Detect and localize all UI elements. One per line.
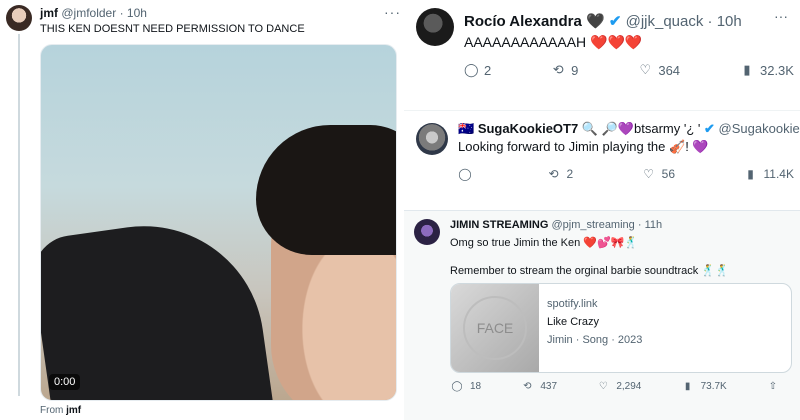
tweet-text: Omg so true Jimin the Ken ❤️💕🎀🕺 bbox=[450, 237, 639, 249]
link-card[interactable]: FACE spotify.link Like Crazy Jimin · Son… bbox=[450, 283, 792, 373]
tweet-jimin-streaming[interactable]: JIMIN STREAMING @pjm_streaming · 11h Omg… bbox=[404, 210, 800, 420]
from-prefix: From bbox=[40, 405, 64, 416]
like-icon: ♡ bbox=[639, 62, 652, 77]
tweet-sugakookie[interactable]: 🇦🇺 SugaKookieOT7 🔍 🔎💜btsarmy '¿ ' ✔ @Sug… bbox=[404, 110, 800, 202]
views-count: 73.7K bbox=[700, 381, 727, 392]
retweet-button[interactable]: ⟲ 437 bbox=[520, 381, 557, 392]
retweet-button[interactable]: ⟲ 9 bbox=[551, 62, 579, 78]
retweet-button[interactable]: ⟲ 2 bbox=[546, 167, 573, 181]
video-player[interactable]: 0:00 bbox=[40, 44, 397, 401]
tweet-header: jmf @jmfolder · 10h bbox=[40, 6, 147, 20]
album-logo: FACE bbox=[463, 296, 527, 360]
avatar[interactable] bbox=[6, 5, 32, 31]
video-frame-arm bbox=[41, 210, 274, 400]
avatar[interactable] bbox=[414, 219, 440, 245]
like-button[interactable]: ♡ 56 bbox=[642, 167, 675, 181]
reply-count: 2 bbox=[484, 62, 492, 78]
views-button[interactable]: ▮ 73.7K bbox=[681, 381, 727, 392]
views-icon: ▮ bbox=[684, 381, 691, 392]
like-count: 2,294 bbox=[616, 381, 642, 392]
reply-button[interactable]: ◯ 2 bbox=[464, 62, 491, 78]
views-button[interactable]: ▮ 32.3K bbox=[740, 62, 794, 78]
tweet-text: Looking forward to Jimin playing the 🎻! … bbox=[458, 139, 709, 154]
like-button[interactable]: ♡ 2,294 bbox=[596, 381, 642, 392]
tweet-header: Rocío Alexandra 🖤 ✔ @jjk_quack · 10h bbox=[464, 13, 742, 30]
like-icon: ♡ bbox=[598, 381, 608, 392]
card-domain: spotify.link bbox=[547, 298, 598, 310]
like-count: 56 bbox=[661, 167, 676, 181]
video-timestamp: 0:00 bbox=[49, 374, 81, 390]
tweet-time[interactable]: 10h bbox=[717, 13, 742, 30]
views-count: 11.4K bbox=[763, 167, 794, 181]
author-handle[interactable]: @SugakookieOT7 bbox=[719, 121, 800, 136]
retweet-count: 2 bbox=[566, 167, 574, 181]
verified-icon: ✔ bbox=[704, 121, 715, 136]
like-icon: ♡ bbox=[643, 167, 655, 181]
views-icon: ▮ bbox=[747, 167, 754, 181]
reply-icon: ◯ bbox=[451, 381, 463, 392]
retweet-icon: ⟲ bbox=[523, 381, 532, 392]
author-name[interactable]: SugaKookieOT7 bbox=[478, 121, 578, 136]
more-options-icon[interactable]: ··· bbox=[774, 8, 788, 24]
views-count: 32.3K bbox=[759, 62, 794, 78]
tweet-text: THIS KEN DOESNT NEED PERMISSION TO DANCE bbox=[40, 23, 305, 35]
retweet-count: 437 bbox=[540, 381, 558, 392]
thread-line bbox=[18, 34, 20, 396]
tweet-rocio[interactable]: Rocío Alexandra 🖤 ✔ @jjk_quack · 10h ···… bbox=[404, 0, 800, 96]
hearts-emoji: ❤️❤️❤️ bbox=[590, 34, 643, 50]
like-button[interactable]: ♡ 364 bbox=[638, 62, 681, 78]
avatar[interactable] bbox=[416, 8, 454, 46]
from-attribution: From jmf bbox=[40, 405, 81, 416]
tweet-text-main: AAAAAAAAAAAAH bbox=[464, 34, 587, 50]
retweet-icon: ⟲ bbox=[552, 62, 564, 77]
like-count: 364 bbox=[658, 62, 681, 78]
verified-icon: ✔ bbox=[608, 13, 622, 30]
reply-icon: ◯ bbox=[464, 62, 479, 77]
author-name[interactable]: jmf bbox=[40, 6, 58, 20]
avatar[interactable] bbox=[416, 123, 448, 155]
video-frame-hair bbox=[256, 125, 396, 255]
tweet-header: 🇦🇺 SugaKookieOT7 🔍 🔎💜btsarmy '¿ ' ✔ @Sug… bbox=[458, 121, 800, 137]
from-name[interactable]: jmf bbox=[66, 405, 81, 416]
tweet-time[interactable]: 10h bbox=[127, 6, 147, 20]
author-handle[interactable]: @pjm_streaming bbox=[551, 219, 634, 231]
reply-icon: ◯ bbox=[458, 167, 472, 181]
reply-count: 18 bbox=[470, 381, 482, 392]
author-name[interactable]: Rocío Alexandra bbox=[464, 13, 582, 30]
tweet-actions: ◯ 18 ⟲ 437 ♡ 2,294 ▮ 73.7K ⇧ bbox=[450, 381, 780, 392]
album-thumbnail: FACE bbox=[451, 284, 539, 372]
author-handle[interactable]: @jjk_quack bbox=[626, 13, 704, 30]
author-handle[interactable]: @jmfolder bbox=[61, 6, 116, 20]
tweet-actions: ◯ ⟲ 2 ♡ 56 ▮ 11.4K bbox=[458, 167, 794, 181]
card-title: Like Crazy bbox=[547, 316, 599, 328]
retweet-count: 9 bbox=[571, 62, 579, 78]
tweet-header: JIMIN STREAMING @pjm_streaming · 11h bbox=[450, 219, 663, 231]
retweet-icon: ⟲ bbox=[548, 167, 559, 181]
share-button[interactable]: ⇧ bbox=[766, 381, 780, 392]
tweet-actions: ◯ 2 ⟲ 9 ♡ 364 ▮ 32.3K bbox=[464, 62, 794, 78]
tweet-time[interactable]: 11h bbox=[645, 219, 663, 231]
more-options-icon[interactable]: ··· bbox=[384, 4, 401, 20]
tweet-text: AAAAAAAAAAAAH ❤️❤️❤️ bbox=[464, 34, 642, 51]
tweet-jmf[interactable]: jmf @jmfolder · 10h ··· THIS KEN DOESNT … bbox=[0, 0, 404, 420]
author-name[interactable]: JIMIN STREAMING bbox=[450, 219, 548, 231]
card-subtitle: Jimin · Song · 2023 bbox=[547, 334, 643, 346]
name-emoji: 🖤 bbox=[585, 13, 605, 30]
tweet-text-secondary: Remember to stream the orginal barbie so… bbox=[450, 265, 729, 277]
reply-button[interactable]: ◯ 18 bbox=[450, 381, 481, 392]
views-icon: ▮ bbox=[743, 62, 751, 77]
views-button[interactable]: ▮ 11.4K bbox=[744, 167, 794, 181]
flag-emoji: 🇦🇺 bbox=[458, 121, 475, 136]
share-icon: ⇧ bbox=[768, 381, 778, 392]
reply-button[interactable]: ◯ bbox=[458, 167, 478, 181]
name-emoji: 🔍 🔎💜btsarmy '¿ ' bbox=[581, 121, 701, 136]
